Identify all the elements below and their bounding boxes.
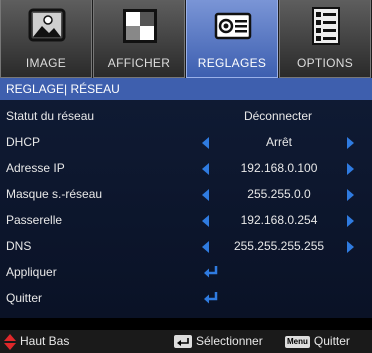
row-network-status: Statut du réseau Déconnecter [0,104,372,128]
options-list-icon [312,7,340,45]
row-label: Passerelle [6,213,63,227]
quit-hint-label: Quitter [313,334,350,348]
row-value: Déconnecter [243,109,313,123]
footer-nav-hint: Haut Bas [4,330,69,353]
menu-key-icon: Menu [285,335,310,348]
row-value: 255.255.0.0 [247,187,311,201]
row-label: Statut du réseau [6,109,95,123]
footer-quit-hint: Menu Quitter [285,330,350,353]
tab-label: IMAGE [25,56,67,70]
tab-label: AFFICHER [107,56,171,70]
footer-hint-bar: Haut Bas Sélectionner Menu Quitter [0,330,372,353]
enter-key-icon [174,335,192,348]
row-dns[interactable]: DNS 255.255.255.255 [0,234,372,258]
row-label: DHCP [6,135,41,149]
select-hint-label: Sélectionner [196,334,263,348]
row-value: Arrêt [265,135,292,149]
right-arrow-icon[interactable] [347,189,354,201]
tab-image[interactable]: IMAGE [0,0,92,78]
picture-icon [28,8,66,42]
right-arrow-icon[interactable] [347,241,354,253]
left-arrow-icon[interactable] [202,241,209,253]
left-arrow-icon[interactable] [202,163,209,175]
enter-icon[interactable] [203,291,219,305]
up-down-arrow-icon [4,333,16,350]
row-label: Quitter [6,291,43,305]
left-arrow-icon[interactable] [202,215,209,227]
tab-reglages[interactable]: REGLAGES [186,0,278,78]
left-arrow-icon[interactable] [202,137,209,149]
section-title: REGLAGE| RÉSEAU [0,78,372,100]
settings-list: Statut du réseau Déconnecter DHCP Arrêt … [0,100,372,318]
row-value: 192.168.0.100 [240,161,318,175]
row-label: Adresse IP [6,161,65,175]
tab-label: REGLAGES [197,56,267,70]
right-arrow-icon[interactable] [347,137,354,149]
row-gateway[interactable]: Passerelle 192.168.0.254 [0,208,372,232]
enter-icon[interactable] [203,265,219,279]
row-subnet-mask[interactable]: Masque s.-réseau 255.255.0.0 [0,182,372,206]
tab-label: OPTIONS [296,56,354,70]
row-value: 192.168.0.254 [240,213,318,227]
tab-options[interactable]: OPTIONS [279,0,371,78]
row-label: Masque s.-réseau [6,187,103,201]
row-dhcp[interactable]: DHCP Arrêt [0,130,372,154]
row-label: Appliquer [6,265,57,279]
display-icon [123,9,157,43]
nav-hint-label: Haut Bas [20,334,70,348]
row-quit[interactable]: Quitter [0,286,372,310]
row-ip-address[interactable]: Adresse IP 192.168.0.100 [0,156,372,180]
projector-osd-menu: IMAGE AFFICHER REGLAGES OPTIONS REGLAGE|… [0,0,372,353]
tab-afficher[interactable]: AFFICHER [93,0,185,78]
left-arrow-icon[interactable] [202,189,209,201]
menu-tab-bar: IMAGE AFFICHER REGLAGES OPTIONS [0,0,372,78]
row-value: 255.255.255.255 [233,239,325,253]
row-apply[interactable]: Appliquer [0,260,372,284]
right-arrow-icon[interactable] [347,215,354,227]
row-label: DNS [6,239,32,253]
right-arrow-icon[interactable] [347,163,354,175]
projector-icon [214,12,252,40]
footer-select-hint: Sélectionner [174,330,263,353]
